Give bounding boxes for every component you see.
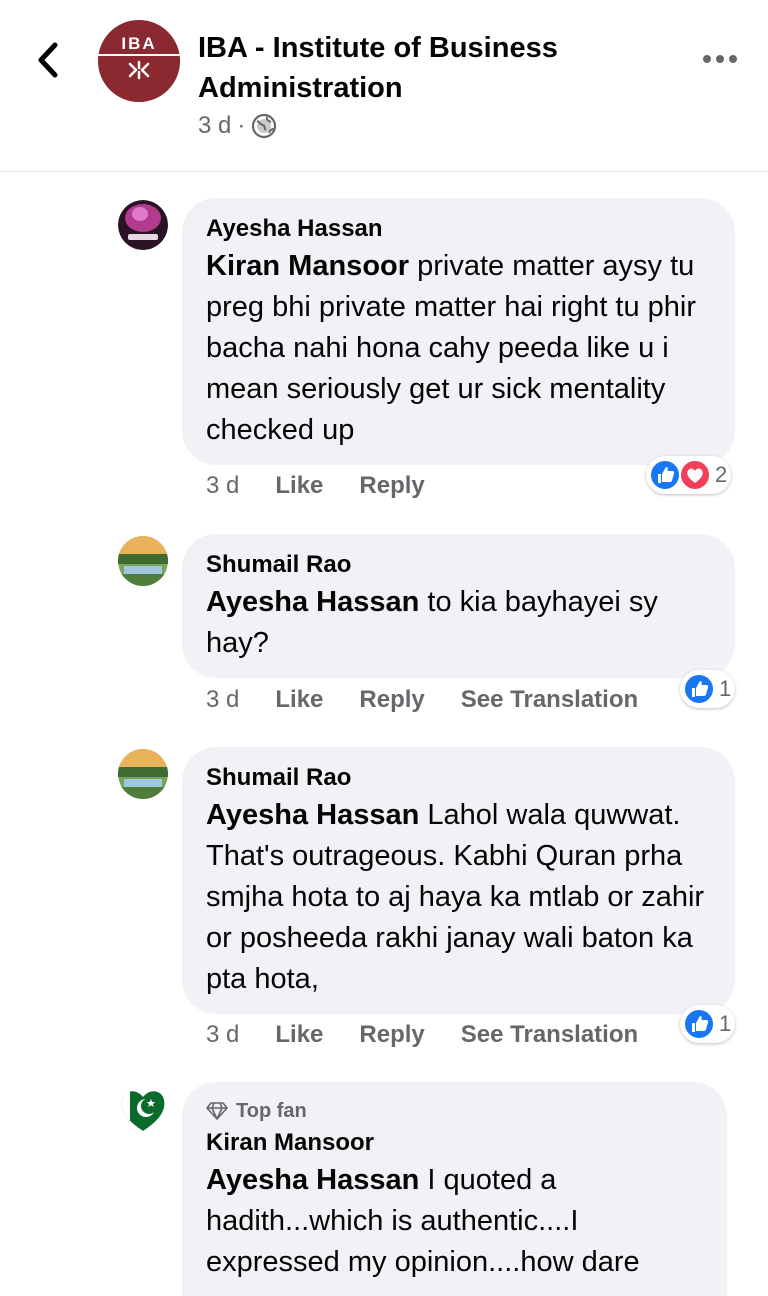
- love-icon: [679, 459, 711, 491]
- like-icon: [683, 673, 715, 705]
- comment-bubble: Shumail Rao Ayesha Hassan Lahol wala quw…: [182, 747, 735, 1014]
- diamond-icon: [206, 1102, 228, 1120]
- comment-bubble: Top fan Kiran Mansoor Ayesha Hassan I qu…: [182, 1082, 727, 1296]
- globe-icon: [252, 113, 277, 139]
- reply-button[interactable]: Reply: [359, 472, 424, 500]
- like-button[interactable]: Like: [275, 686, 323, 714]
- comment-text: Ayesha Hassan to kia bayhayei sy hay?: [206, 582, 711, 664]
- reaction-count: 1: [719, 676, 732, 701]
- reply-button[interactable]: Reply: [359, 686, 424, 714]
- comment-author[interactable]: Shumail Rao: [206, 548, 711, 582]
- dot-icon: [729, 55, 737, 63]
- comment-time[interactable]: 3 d: [206, 686, 239, 714]
- comment-time[interactable]: 3 d: [206, 1021, 239, 1049]
- comment-text: Ayesha Hassan Lahol wala quwwat. That's …: [206, 795, 711, 1000]
- reaction-summary[interactable]: 1: [680, 1005, 736, 1043]
- top-fan-badge: Top fan: [206, 1096, 703, 1126]
- meta-separator: ·: [237, 112, 246, 139]
- post-time[interactable]: 3 d: [198, 112, 231, 140]
- chevron-left-icon: [38, 42, 58, 78]
- avatar[interactable]: [118, 749, 168, 799]
- post-meta: 3 d ·: [198, 112, 277, 140]
- comment-author[interactable]: Kiran Mansoor: [206, 1126, 703, 1160]
- reaction-summary[interactable]: 2: [646, 456, 732, 494]
- like-icon: [649, 459, 681, 491]
- like-icon: [683, 1008, 715, 1040]
- comment-author[interactable]: Shumail Rao: [206, 761, 711, 795]
- see-translation-link[interactable]: See Translation: [461, 686, 638, 714]
- reaction-count: 2: [715, 462, 728, 487]
- pakistan-heart-avatar: [121, 1091, 165, 1131]
- comment-actions: 3 d Like Reply See Translation: [206, 686, 638, 714]
- comment-bubble: Shumail Rao Ayesha Hassan to kia bayhaye…: [182, 534, 735, 678]
- reaction-summary[interactable]: 1: [680, 670, 736, 708]
- dot-icon: [703, 55, 711, 63]
- page-logo-avatar[interactable]: IBA: [98, 20, 180, 102]
- post-header: IBA IBA - Institute of Business Administ…: [0, 0, 768, 172]
- comment-mention[interactable]: Ayesha Hassan: [206, 586, 419, 618]
- iba-logo-icon: IBA: [98, 20, 180, 102]
- like-button[interactable]: Like: [275, 472, 323, 500]
- see-translation-link[interactable]: See Translation: [461, 1021, 638, 1049]
- comment-mention[interactable]: Ayesha Hassan: [206, 1164, 419, 1196]
- comment-author[interactable]: Ayesha Hassan: [206, 212, 711, 246]
- reply-button[interactable]: Reply: [359, 1021, 424, 1049]
- comment-time[interactable]: 3 d: [206, 472, 239, 500]
- reaction-count: 1: [719, 1011, 732, 1036]
- comment-text: Ayesha Hassan I quoted a hadith...which …: [206, 1160, 703, 1283]
- avatar[interactable]: [118, 1084, 168, 1134]
- more-options-button[interactable]: [696, 44, 744, 74]
- page-title[interactable]: IBA - Institute of Business Administrati…: [198, 28, 638, 108]
- comment-mention[interactable]: Ayesha Hassan: [206, 799, 419, 831]
- avatar[interactable]: [118, 200, 168, 250]
- logo-text: IBA: [121, 34, 156, 53]
- back-button[interactable]: [28, 38, 68, 82]
- comment-actions: 3 d Like Reply See Translation: [206, 1021, 638, 1049]
- comment-bubble: Ayesha Hassan Kiran Mansoor private matt…: [182, 198, 735, 465]
- like-button[interactable]: Like: [275, 1021, 323, 1049]
- dot-icon: [716, 55, 724, 63]
- badge-label: Top fan: [236, 1100, 307, 1122]
- comment-actions: 3 d Like Reply: [206, 472, 425, 500]
- comment-mention[interactable]: Kiran Mansoor: [206, 250, 409, 282]
- comment-text: Kiran Mansoor private matter aysy tu pre…: [206, 246, 711, 451]
- avatar[interactable]: [118, 536, 168, 586]
